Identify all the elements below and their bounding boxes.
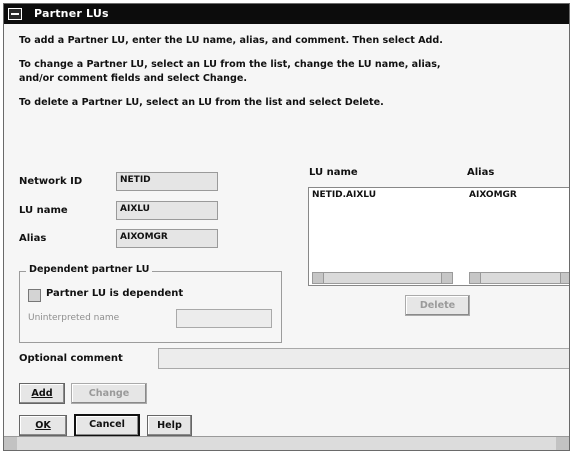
alias-column-scrollbar[interactable] <box>469 272 569 284</box>
network-id-label: Network ID <box>19 176 83 187</box>
instruction-change-line2: and/or comment fields and select Change. <box>19 73 248 84</box>
scroll-left-icon[interactable] <box>4 437 17 450</box>
cancel-button[interactable]: Cancel <box>74 414 140 437</box>
network-id-field: NETID <box>116 172 218 191</box>
help-button[interactable]: Help <box>147 415 192 436</box>
list-header-lu-name: LU name <box>309 167 358 178</box>
uninterpreted-name-label: Uninterpreted name <box>28 313 120 323</box>
scroll-right-icon[interactable] <box>556 437 569 450</box>
system-menu-icon[interactable] <box>8 8 22 20</box>
optional-comment-input[interactable] <box>158 348 569 369</box>
instruction-change-line1: To change a Partner LU, select an LU fro… <box>19 59 441 70</box>
partner-lu-dependent-label: Partner LU is dependent <box>46 288 184 299</box>
uninterpreted-name-input[interactable] <box>176 309 272 328</box>
ok-button[interactable]: OK <box>19 415 67 436</box>
instruction-add: To add a Partner LU, enter the LU name, … <box>19 35 443 46</box>
lu-name-label: LU name <box>19 205 68 216</box>
partner-lus-dialog: Partner LUs To add a Partner LU, enter t… <box>3 3 570 451</box>
add-button[interactable]: Add <box>19 383 65 404</box>
lu-name-column-scrollbar[interactable] <box>312 272 453 284</box>
list-row-alias[interactable]: AIXOMGR <box>469 190 517 200</box>
delete-button[interactable]: Delete <box>405 295 470 316</box>
change-button[interactable]: Change <box>71 383 147 404</box>
scroll-left-icon[interactable] <box>313 273 324 283</box>
add-button-label: Add <box>31 388 53 399</box>
alias-label: Alias <box>19 233 47 244</box>
ok-button-label: OK <box>35 420 51 431</box>
dependent-partner-lu-group <box>19 271 282 343</box>
scroll-right-icon[interactable] <box>441 273 452 283</box>
list-row-lu-name[interactable]: NETID.AIXLU <box>312 190 376 200</box>
scroll-left-icon[interactable] <box>470 273 481 283</box>
window-title: Partner LUs <box>34 7 109 20</box>
optional-comment-label: Optional comment <box>19 353 123 364</box>
dependent-partner-lu-group-label: Dependent partner LU <box>26 264 153 275</box>
partner-lu-dependent-checkbox[interactable] <box>28 289 41 302</box>
instruction-delete: To delete a Partner LU, select an LU fro… <box>19 97 384 108</box>
lu-name-field[interactable]: AIXLU <box>116 201 218 220</box>
partner-lu-list[interactable]: NETID.AIXLU AIXOMGR <box>308 187 569 286</box>
alias-field[interactable]: AIXOMGR <box>116 229 218 248</box>
list-header-alias: Alias <box>467 167 495 178</box>
window-horizontal-scrollbar[interactable] <box>4 436 569 450</box>
scroll-right-icon[interactable] <box>560 273 569 283</box>
title-bar: Partner LUs <box>4 4 569 24</box>
